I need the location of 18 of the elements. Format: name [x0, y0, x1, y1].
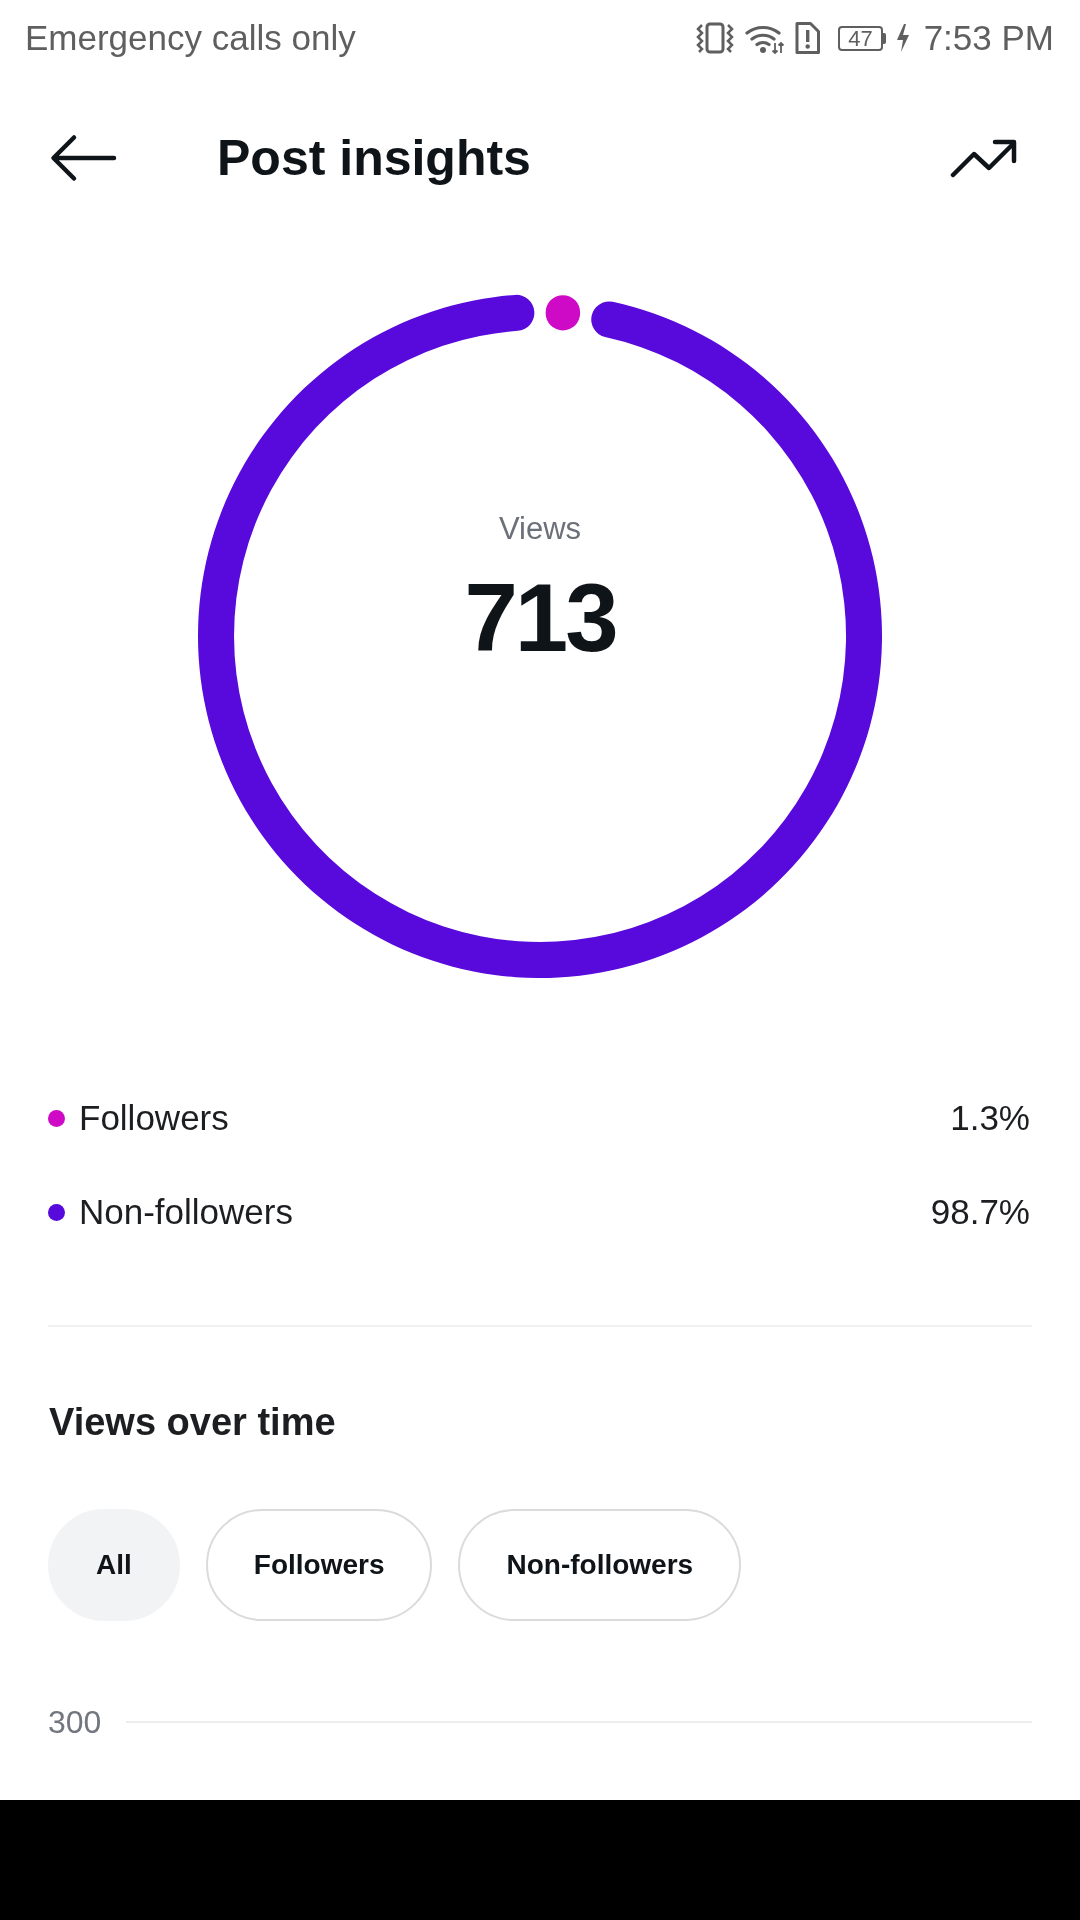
status-time: 7:53 PM: [923, 17, 1054, 59]
legend-label: Followers: [79, 1097, 229, 1139]
filter-chip[interactable]: All: [48, 1508, 180, 1621]
page-title: Post insights: [217, 129, 531, 188]
trend-icon[interactable]: [950, 138, 1018, 178]
legend-value: 1.3%: [950, 1097, 1030, 1139]
filter-chip[interactable]: Followers: [205, 1508, 433, 1621]
battery-indicator: 47: [838, 25, 886, 51]
legend-label: Non-followers: [79, 1191, 293, 1233]
section-title: Views over time: [49, 1400, 336, 1445]
legend-value: 98.7%: [930, 1191, 1030, 1233]
axis-label: 300: [48, 1702, 102, 1741]
views-total: 713: [464, 570, 616, 667]
views-label: Views: [498, 510, 582, 548]
filter-chip[interactable]: Non-followers: [458, 1508, 742, 1621]
carrier-text: Emergency calls only: [25, 17, 356, 59]
back-icon[interactable]: [50, 133, 117, 183]
sim-alert-icon: [794, 21, 822, 55]
